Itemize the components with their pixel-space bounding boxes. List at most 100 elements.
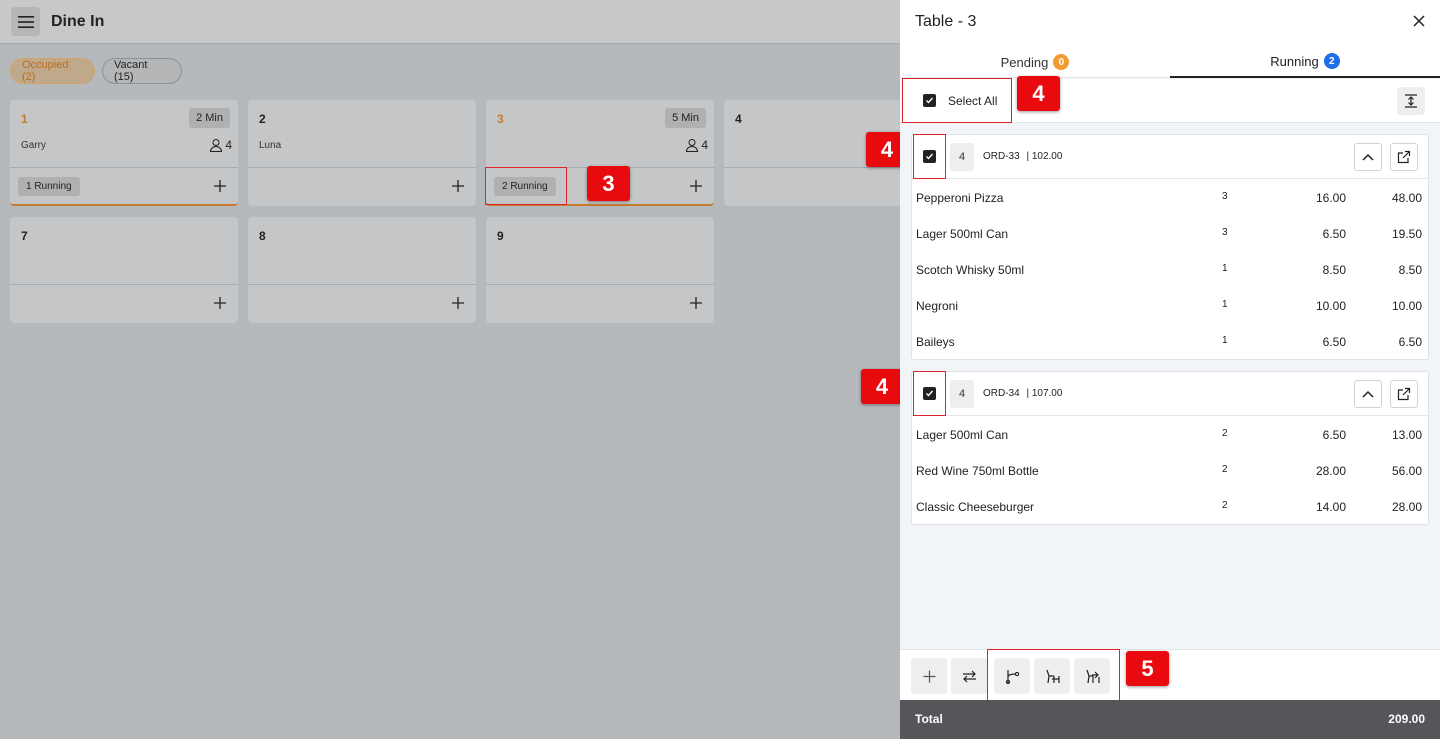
table-card-2[interactable]: 2 Luna bbox=[248, 100, 476, 206]
select-all-checkbox[interactable]: Select All bbox=[902, 78, 1012, 123]
checkbox[interactable] bbox=[923, 150, 936, 163]
split-icon bbox=[1005, 669, 1019, 684]
total-label: Total bbox=[915, 712, 943, 726]
item-total: 13.00 bbox=[1391, 428, 1422, 442]
select-row: Select All 4 bbox=[900, 76, 1440, 123]
plus-icon bbox=[923, 670, 935, 682]
item-qty: 1 bbox=[1222, 263, 1228, 274]
divider bbox=[486, 284, 714, 285]
item-qty: 1 bbox=[1222, 299, 1228, 310]
add-order-button[interactable] bbox=[689, 296, 703, 310]
item-name: Pepperoni Pizza bbox=[916, 191, 1004, 205]
table-card-7[interactable]: 7 bbox=[10, 217, 238, 323]
collapse-button[interactable] bbox=[1354, 143, 1382, 171]
table-number: 3 bbox=[497, 112, 504, 126]
item-total: 6.50 bbox=[1398, 335, 1422, 349]
order-header: 4 ORD-34 | 107.00 bbox=[912, 371, 1428, 416]
add-order-button[interactable] bbox=[689, 179, 703, 193]
order-number: ORD-34 bbox=[983, 388, 1020, 399]
order-card-ord-34: 4 ORD-34 | 107.00 Lager 500ml Can 2 6.50… bbox=[911, 371, 1429, 525]
merge-table-button[interactable] bbox=[1074, 658, 1110, 694]
split-order-button[interactable] bbox=[994, 658, 1030, 694]
item-name: Classic Cheeseburger bbox=[916, 500, 1035, 514]
count-badge: 2 bbox=[1323, 53, 1340, 69]
count-badge: 0 bbox=[1053, 54, 1070, 70]
menu-button[interactable] bbox=[11, 7, 40, 36]
panel-title: Table - 3 bbox=[915, 13, 977, 30]
add-order-button[interactable] bbox=[451, 179, 465, 193]
running-badge[interactable]: 1 Running bbox=[18, 177, 80, 196]
add-order-button[interactable] bbox=[213, 179, 227, 193]
item-name: Red Wine 750ml Bottle bbox=[916, 464, 1039, 478]
item-price: 16.00 bbox=[1315, 191, 1346, 205]
item-name: Baileys bbox=[916, 335, 955, 349]
order-item-row: Classic Cheeseburger 2 14.00 28.00 bbox=[912, 488, 1428, 524]
item-price: 14.00 bbox=[1315, 500, 1346, 514]
time-badge: 2 Min bbox=[189, 108, 230, 128]
divider bbox=[10, 284, 238, 285]
item-price: 28.00 bbox=[1315, 464, 1346, 478]
page-title: Dine In bbox=[51, 13, 105, 30]
tab-running[interactable]: Running 2 bbox=[1170, 46, 1440, 78]
callout-4-order-2: 4 bbox=[861, 369, 903, 404]
checkbox[interactable] bbox=[923, 94, 936, 107]
callout-3: 3 bbox=[587, 166, 630, 201]
select-all-label: Select All bbox=[948, 93, 998, 108]
order-item-row: Red Wine 750ml Bottle 2 28.00 56.00 bbox=[912, 452, 1428, 488]
callout-4-select-all: 4 bbox=[1017, 76, 1060, 111]
collapse-button[interactable] bbox=[1354, 380, 1382, 408]
table-card-9[interactable]: 9 bbox=[486, 217, 714, 323]
add-item-button[interactable] bbox=[911, 658, 947, 694]
add-order-button[interactable] bbox=[213, 296, 227, 310]
item-total: 28.00 bbox=[1391, 500, 1422, 514]
check-icon bbox=[926, 97, 934, 104]
move-table-button[interactable] bbox=[1034, 658, 1070, 694]
expand-all-button[interactable] bbox=[1397, 87, 1425, 115]
order-item-row: Scotch Whisky 50ml 1 8.50 8.50 bbox=[912, 251, 1428, 287]
item-price: 10.00 bbox=[1315, 299, 1346, 313]
chevron-up-icon bbox=[1362, 153, 1374, 161]
filter-occupied[interactable]: Occupied (2) bbox=[10, 58, 95, 84]
order-guest-count: 4 bbox=[950, 380, 974, 408]
table-number: 1 bbox=[21, 112, 28, 126]
filter-vacant[interactable]: Vacant (15) bbox=[102, 58, 182, 84]
waiter-name: Luna bbox=[259, 140, 282, 151]
plus-icon bbox=[690, 180, 702, 192]
order-id: ORD-34 | 107.00 bbox=[983, 388, 1062, 399]
checkbox[interactable] bbox=[923, 387, 936, 400]
callout-5: 5 bbox=[1126, 651, 1169, 686]
order-item-row: Pepperoni Pizza 3 16.00 48.00 bbox=[912, 179, 1428, 215]
close-button[interactable] bbox=[1411, 13, 1427, 29]
item-name: Lager 500ml Can bbox=[916, 227, 1009, 241]
order-number: ORD-33 bbox=[983, 151, 1020, 162]
order-item-row: Lager 500ml Can 3 6.50 19.50 bbox=[912, 215, 1428, 251]
item-total: 56.00 bbox=[1391, 464, 1422, 478]
total-value: 209.00 bbox=[1388, 712, 1425, 726]
open-order-button[interactable] bbox=[1390, 380, 1418, 408]
item-name: Negroni bbox=[916, 299, 959, 313]
transfer-button[interactable] bbox=[951, 658, 987, 694]
person-icon bbox=[686, 139, 699, 152]
item-qty: 3 bbox=[1222, 227, 1228, 238]
hamburger-icon bbox=[17, 15, 34, 28]
open-order-button[interactable] bbox=[1390, 143, 1418, 171]
add-order-button[interactable] bbox=[451, 296, 465, 310]
order-item-row: Negroni 1 10.00 10.00 bbox=[912, 287, 1428, 323]
order-checkbox[interactable] bbox=[913, 134, 946, 179]
divider bbox=[724, 167, 900, 168]
swap-arrows-icon bbox=[962, 670, 976, 682]
close-icon bbox=[1413, 15, 1425, 27]
item-name: Lager 500ml Can bbox=[916, 428, 1009, 442]
item-price: 6.50 bbox=[1322, 335, 1346, 349]
order-checkbox[interactable] bbox=[913, 371, 946, 416]
item-total: 48.00 bbox=[1391, 191, 1422, 205]
divider bbox=[248, 284, 476, 285]
item-price: 6.50 bbox=[1322, 227, 1346, 241]
guest-count-value: 4 bbox=[701, 138, 708, 152]
plus-icon bbox=[214, 180, 226, 192]
tab-pending[interactable]: Pending 0 bbox=[900, 46, 1170, 78]
table-card-1[interactable]: 1 2 Min Garry 4 1 Running bbox=[10, 100, 238, 206]
item-qty: 2 bbox=[1222, 464, 1228, 475]
table-detail-panel: Table - 3 Pending 0 Running 2 Select All… bbox=[900, 0, 1440, 739]
table-card-8[interactable]: 8 bbox=[248, 217, 476, 323]
